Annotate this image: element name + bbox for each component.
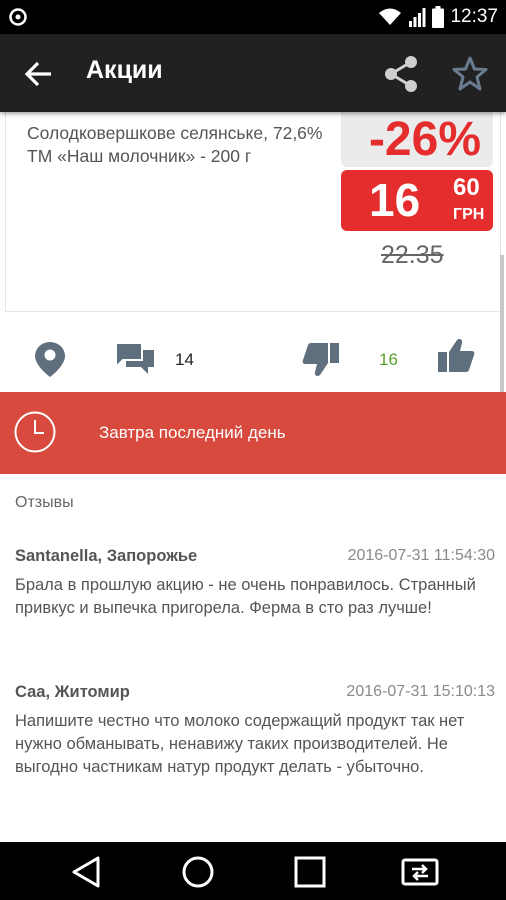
review-text: Брала в прошлую акцию - не очень понрави… xyxy=(15,576,476,617)
review-author: Саа, Житомир xyxy=(15,683,130,701)
thumbs-up-icon[interactable] xyxy=(436,338,476,374)
comments-count: 14 xyxy=(175,350,194,369)
wifi-icon xyxy=(379,8,402,25)
status-time: 12:37 xyxy=(450,6,498,27)
page-title: Акции xyxy=(86,56,163,84)
review-date: 2016-07-31 11:54:30 xyxy=(347,547,495,564)
nav-back-icon[interactable] xyxy=(66,852,106,892)
product-name: Солодковершкове селянське, 72,6% ТМ «Наш… xyxy=(27,123,323,166)
status-bar: 12:37 xyxy=(0,0,506,34)
old-price: 22.35 xyxy=(381,241,444,269)
signal-icon xyxy=(409,8,426,27)
system-icons: 12:37 xyxy=(378,6,498,28)
comments-icon[interactable] xyxy=(114,341,156,377)
notification-icon xyxy=(9,8,27,26)
back-arrow-icon[interactable] xyxy=(24,59,54,89)
price-kop: 60 xyxy=(453,174,480,201)
price-main: 16 xyxy=(369,174,421,226)
review-text: Напишите честно что молоко содержащий пр… xyxy=(15,712,465,776)
clock-icon xyxy=(14,411,56,453)
review-author: Santanella, Запорожье xyxy=(15,547,198,565)
thumbs-down-icon[interactable] xyxy=(301,341,341,377)
review-date: 2016-07-31 15:10:13 xyxy=(346,683,495,700)
price-currency: ГРН xyxy=(453,206,485,223)
likes-count: 16 xyxy=(379,350,398,369)
system-nav-bar xyxy=(0,842,506,900)
last-day-banner: Завтра последний день xyxy=(0,392,506,474)
nav-screen-switch-icon[interactable] xyxy=(400,852,440,892)
battery-icon xyxy=(432,6,445,28)
reviews-heading: Отзывы xyxy=(15,494,74,511)
location-icon[interactable] xyxy=(33,340,67,378)
nav-home-icon[interactable] xyxy=(178,852,218,892)
price-badge: 16 60 ГРН xyxy=(341,170,493,231)
banner-text: Завтра последний день xyxy=(99,423,286,442)
discount-value: -26% xyxy=(368,113,481,166)
share-icon[interactable] xyxy=(382,55,420,93)
discount-badge: -26% xyxy=(341,112,493,167)
star-icon[interactable] xyxy=(451,55,489,93)
action-row: 14 16 xyxy=(0,320,506,392)
app-bar: Акции xyxy=(0,34,506,112)
nav-recents-icon[interactable] xyxy=(290,852,330,892)
